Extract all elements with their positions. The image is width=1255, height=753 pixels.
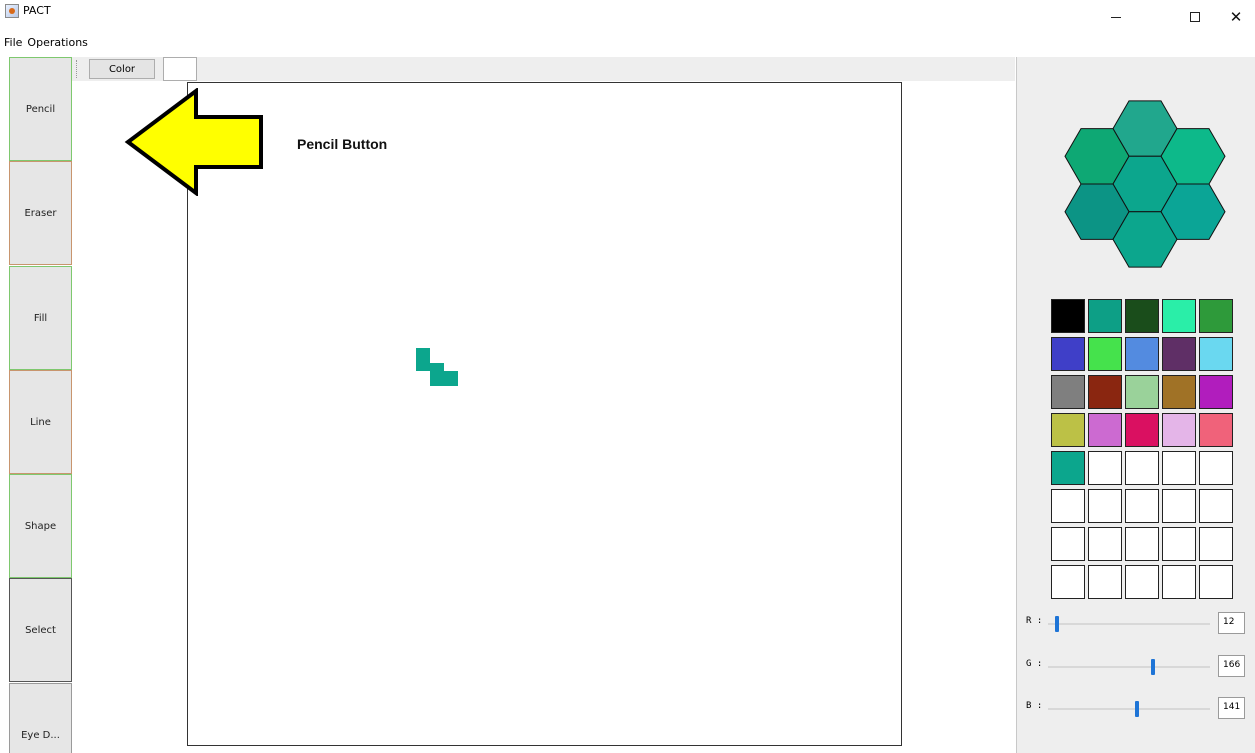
palette-swatch[interactable] [1125,337,1159,371]
blue-slider-row: B : 141 [1024,697,1245,721]
green-slider-thumb[interactable] [1150,659,1155,675]
red-slider-row: R : 12 [1024,612,1245,636]
hexagon-color-picker[interactable] [1060,95,1230,273]
color-palette [1051,299,1233,599]
pencil-button[interactable]: Pencil [9,57,72,161]
select-button[interactable]: Select [9,578,72,682]
fill-button[interactable]: Fill [9,266,72,370]
app-window: PACT ✕ File Operations Pencil Eraser Fil… [0,0,1255,753]
palette-swatch[interactable] [1162,451,1196,485]
palette-swatch[interactable] [1199,299,1233,333]
palette-swatch[interactable] [1088,337,1122,371]
palette-swatch[interactable] [1162,299,1196,333]
menu-operations[interactable]: Operations [27,36,87,54]
line-button[interactable]: Line [9,370,72,474]
eye-dropper-button[interactable]: Eye D... [9,683,72,753]
blue-label: B : [1026,701,1043,711]
title-bar: PACT ✕ [0,0,1255,34]
blue-slider[interactable] [1048,708,1210,710]
drawn-pixel [416,363,444,371]
pencil-button-label: Pencil [25,103,56,115]
maximize-icon [1190,12,1200,22]
eraser-button[interactable]: Eraser [9,161,72,265]
palette-swatch[interactable] [1088,299,1122,333]
palette-swatch[interactable] [1088,451,1122,485]
palette-swatch[interactable] [1199,565,1233,599]
menu-file[interactable]: File [4,36,22,54]
line-button-label: Line [30,416,51,428]
minimize-icon [1111,16,1121,18]
eye-dropper-button-label: Eye D... [21,729,60,741]
annotation-arrow-icon [124,88,263,196]
palette-swatch[interactable] [1125,451,1159,485]
palette-swatch[interactable] [1125,299,1159,333]
palette-swatch[interactable] [1088,565,1122,599]
palette-swatch[interactable] [1125,527,1159,561]
green-label: G : [1026,659,1043,669]
maximize-button[interactable] [1172,0,1218,34]
palette-swatch[interactable] [1051,565,1085,599]
palette-swatch[interactable] [1199,451,1233,485]
palette-swatch[interactable] [1125,565,1159,599]
palette-swatch[interactable] [1162,413,1196,447]
palette-swatch[interactable] [1199,337,1233,371]
drawn-pixel [430,371,458,386]
minimize-button[interactable] [1093,0,1139,34]
palette-swatch[interactable] [1199,375,1233,409]
java-app-icon [5,4,19,18]
palette-swatch[interactable] [1051,375,1085,409]
top-toolbar: Color [72,57,1015,81]
toolbar-grip[interactable] [76,60,78,78]
red-slider-thumb[interactable] [1055,616,1060,632]
green-value-field[interactable]: 166 [1218,655,1245,677]
red-label: R : [1026,616,1043,626]
palette-swatch[interactable] [1088,375,1122,409]
palette-swatch[interactable] [1088,413,1122,447]
palette-swatch[interactable] [1162,527,1196,561]
color-button-label: Color [108,63,136,75]
palette-swatch[interactable] [1051,451,1085,485]
palette-swatch[interactable] [1051,489,1085,523]
select-button-label: Select [25,624,56,636]
menu-bar: File Operations [0,36,88,54]
close-button[interactable]: ✕ [1213,0,1255,34]
palette-swatch[interactable] [1125,375,1159,409]
tool-panel: Pencil Eraser Fill Line Shape Select Eye… [9,57,72,753]
palette-swatch[interactable] [1162,565,1196,599]
palette-swatch[interactable] [1051,413,1085,447]
palette-swatch[interactable] [1125,413,1159,447]
green-slider-row: G : 166 [1024,655,1245,679]
window-title: PACT [23,4,51,17]
palette-swatch[interactable] [1051,299,1085,333]
palette-swatch[interactable] [1199,489,1233,523]
color-button[interactable]: Color [89,59,155,79]
close-icon: ✕ [1229,8,1243,26]
palette-swatch[interactable] [1088,527,1122,561]
palette-swatch[interactable] [1162,489,1196,523]
red-slider[interactable] [1048,623,1210,625]
palette-swatch[interactable] [1051,527,1085,561]
shape-button-label: Shape [24,520,57,532]
palette-swatch[interactable] [1199,413,1233,447]
blue-slider-thumb[interactable] [1135,701,1140,717]
drawn-pixel [416,348,430,363]
current-color-swatch [163,57,197,81]
palette-swatch[interactable] [1199,527,1233,561]
drawing-canvas[interactable] [187,82,902,746]
eraser-button-label: Eraser [24,207,57,219]
palette-swatch[interactable] [1051,337,1085,371]
fill-button-label: Fill [33,312,48,324]
palette-swatch[interactable] [1162,337,1196,371]
palette-swatch[interactable] [1088,489,1122,523]
palette-swatch[interactable] [1125,489,1159,523]
annotation-label: Pencil Button [297,136,388,152]
shape-button[interactable]: Shape [9,474,72,578]
green-slider[interactable] [1048,666,1210,668]
red-value-field[interactable]: 12 [1218,612,1245,634]
blue-value-field[interactable]: 141 [1218,697,1245,719]
palette-swatch[interactable] [1162,375,1196,409]
